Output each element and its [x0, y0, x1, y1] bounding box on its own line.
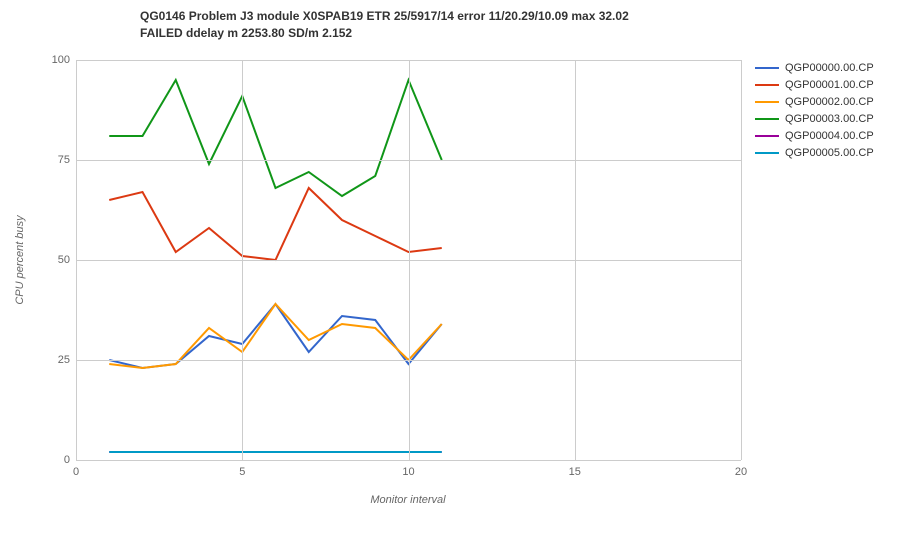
legend-item[interactable]: QGP00000.00.CP — [755, 62, 874, 74]
legend-label: QGP00001.00.CP — [785, 79, 874, 91]
grid-line-v — [575, 60, 576, 460]
y-tick-label: 100 — [52, 54, 70, 66]
x-tick-label: 5 — [239, 466, 245, 478]
series-line — [109, 188, 442, 260]
y-tick-label: 50 — [58, 254, 70, 266]
y-tick-label: 25 — [58, 354, 70, 366]
legend-item[interactable]: QGP00002.00.CP — [755, 96, 874, 108]
y-tick-label: 0 — [64, 454, 70, 466]
series-line — [109, 304, 442, 368]
legend-swatch — [755, 84, 779, 86]
grid-line-v — [242, 60, 243, 460]
legend-item[interactable]: QGP00004.00.CP — [755, 130, 874, 142]
grid-line-v — [409, 60, 410, 460]
grid-line-v — [76, 60, 77, 460]
y-axis-title: CPU percent busy — [14, 215, 26, 304]
x-tick-label: 0 — [73, 466, 79, 478]
series-line — [109, 304, 442, 368]
legend: QGP00000.00.CP QGP00001.00.CP QGP00002.00.… — [755, 62, 874, 164]
grid-line-v — [741, 60, 742, 460]
legend-swatch — [755, 152, 779, 154]
y-tick-label: 75 — [58, 154, 70, 166]
grid-line-h — [76, 460, 741, 461]
legend-label: QGP00004.00.CP — [785, 130, 874, 142]
plot-area: 025507510005101520 — [76, 60, 741, 460]
x-tick-label: 15 — [569, 466, 581, 478]
legend-item[interactable]: QGP00005.00.CP — [755, 147, 874, 159]
legend-item[interactable]: QGP00003.00.CP — [755, 113, 874, 125]
x-axis-title: Monitor interval — [370, 494, 445, 506]
legend-item[interactable]: QGP00001.00.CP — [755, 79, 874, 91]
legend-swatch — [755, 118, 779, 120]
legend-label: QGP00003.00.CP — [785, 113, 874, 125]
legend-label: QGP00002.00.CP — [785, 96, 874, 108]
series-line — [109, 80, 442, 196]
legend-label: QGP00005.00.CP — [785, 147, 874, 159]
x-tick-label: 20 — [735, 466, 747, 478]
x-tick-label: 10 — [402, 466, 414, 478]
legend-swatch — [755, 101, 779, 103]
chart-title: QG0146 Problem J3 module X0SPAB19 ETR 25… — [140, 8, 629, 42]
legend-label: QGP00000.00.CP — [785, 62, 874, 74]
legend-swatch — [755, 67, 779, 69]
line-chart: QG0146 Problem J3 module X0SPAB19 ETR 25… — [0, 0, 907, 535]
legend-swatch — [755, 135, 779, 137]
